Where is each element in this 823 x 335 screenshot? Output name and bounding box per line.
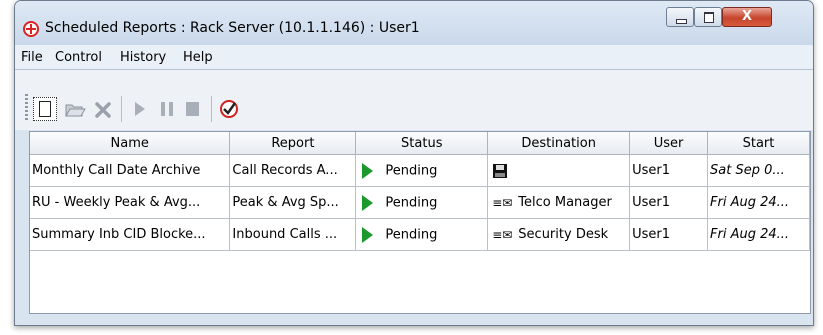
cell-report: Peak & Avg Sp... [229, 186, 357, 219]
cell-status: Pending [355, 218, 489, 251]
cell-destination: ≡✉ Security Desk [487, 218, 631, 251]
pending-play-icon [362, 162, 374, 179]
new-report-icon [39, 101, 51, 117]
open-button[interactable] [63, 97, 87, 121]
destination-text: Telco Manager [518, 195, 612, 210]
play-icon [135, 102, 145, 116]
delete-button[interactable] [91, 97, 115, 121]
cell-report: Call Records A... [229, 154, 357, 187]
maximize-button[interactable] [694, 7, 722, 27]
title-bar[interactable]: Scheduled Reports : Rack Server (10.1.1.… [15, 1, 813, 45]
cell-name: RU - Weekly Peak & Avg... [30, 186, 231, 219]
toolbar-separator [121, 96, 122, 122]
pause-icon [161, 102, 173, 116]
table-header-row: Name Report Status Destination User Star… [30, 132, 810, 155]
check-icon [220, 100, 238, 118]
cell-destination [487, 154, 631, 187]
stop-button[interactable] [181, 97, 205, 121]
cell-name: Monthly Call Date Archive [30, 154, 231, 187]
column-header-destination[interactable]: Destination [487, 132, 631, 155]
toolbar-separator [211, 96, 212, 122]
column-header-user[interactable]: User [629, 132, 708, 155]
destination-text: Security Desk [518, 227, 609, 242]
cell-status: Pending [355, 186, 489, 219]
cell-user: User1 [629, 154, 708, 187]
reports-grid: Name Report Status Destination User Star… [30, 132, 810, 251]
column-header-report[interactable]: Report [229, 132, 357, 155]
window-title: Scheduled Reports : Rack Server (10.1.1.… [45, 20, 420, 36]
new-report-button[interactable] [33, 97, 57, 121]
menu-history[interactable]: History [120, 50, 166, 65]
status-text: Pending [385, 195, 438, 210]
reports-table: Name Report Status Destination User Star… [29, 131, 811, 314]
table-row[interactable]: Monthly Call Date Archive Call Records A… [30, 154, 810, 187]
stop-icon [186, 102, 199, 116]
scheduled-reports-window: Scheduled Reports : Rack Server (10.1.1.… [14, 0, 814, 326]
pause-button[interactable] [155, 97, 179, 121]
run-check-button[interactable] [217, 97, 241, 121]
table-row[interactable]: RU - Weekly Peak & Avg... Peak & Avg Sp.… [30, 186, 810, 219]
cell-start: Fri Aug 24... [707, 186, 810, 219]
floppy-disk-icon [493, 163, 508, 178]
cell-name: Summary Inb CID Blocke... [30, 218, 231, 251]
column-header-status[interactable]: Status [355, 132, 489, 155]
pending-play-icon [362, 194, 374, 211]
cell-destination: ≡✉ Telco Manager [487, 186, 631, 219]
close-icon: X [741, 9, 753, 24]
menu-bar: File Control History Help [15, 45, 813, 70]
delete-icon [95, 102, 111, 118]
column-header-start[interactable]: Start [707, 132, 810, 155]
cell-user: User1 [629, 218, 708, 251]
menu-control[interactable]: Control [55, 50, 102, 65]
close-button[interactable]: X [722, 7, 772, 27]
pending-play-icon [362, 226, 374, 243]
cell-start: Sat Sep 0... [707, 154, 810, 187]
column-header-name[interactable]: Name [30, 132, 231, 155]
open-folder-icon [65, 104, 86, 117]
email-icon: ≡✉ [492, 227, 513, 242]
menu-file[interactable]: File [21, 50, 43, 65]
cell-user: User1 [629, 186, 708, 219]
email-icon: ≡✉ [492, 195, 513, 210]
app-icon [23, 21, 39, 37]
menu-help[interactable]: Help [183, 50, 213, 65]
play-button[interactable] [127, 97, 151, 121]
toolbar [15, 70, 813, 130]
status-text: Pending [385, 163, 438, 178]
minimize-button[interactable] [666, 7, 694, 27]
cell-report: Inbound Calls ... [229, 218, 357, 251]
cell-start: Fri Aug 24... [707, 218, 810, 251]
toolbar-grip[interactable] [25, 94, 28, 122]
table-row[interactable]: Summary Inb CID Blocke... Inbound Calls … [30, 218, 810, 251]
cell-status: Pending [355, 154, 489, 187]
status-text: Pending [385, 227, 438, 242]
